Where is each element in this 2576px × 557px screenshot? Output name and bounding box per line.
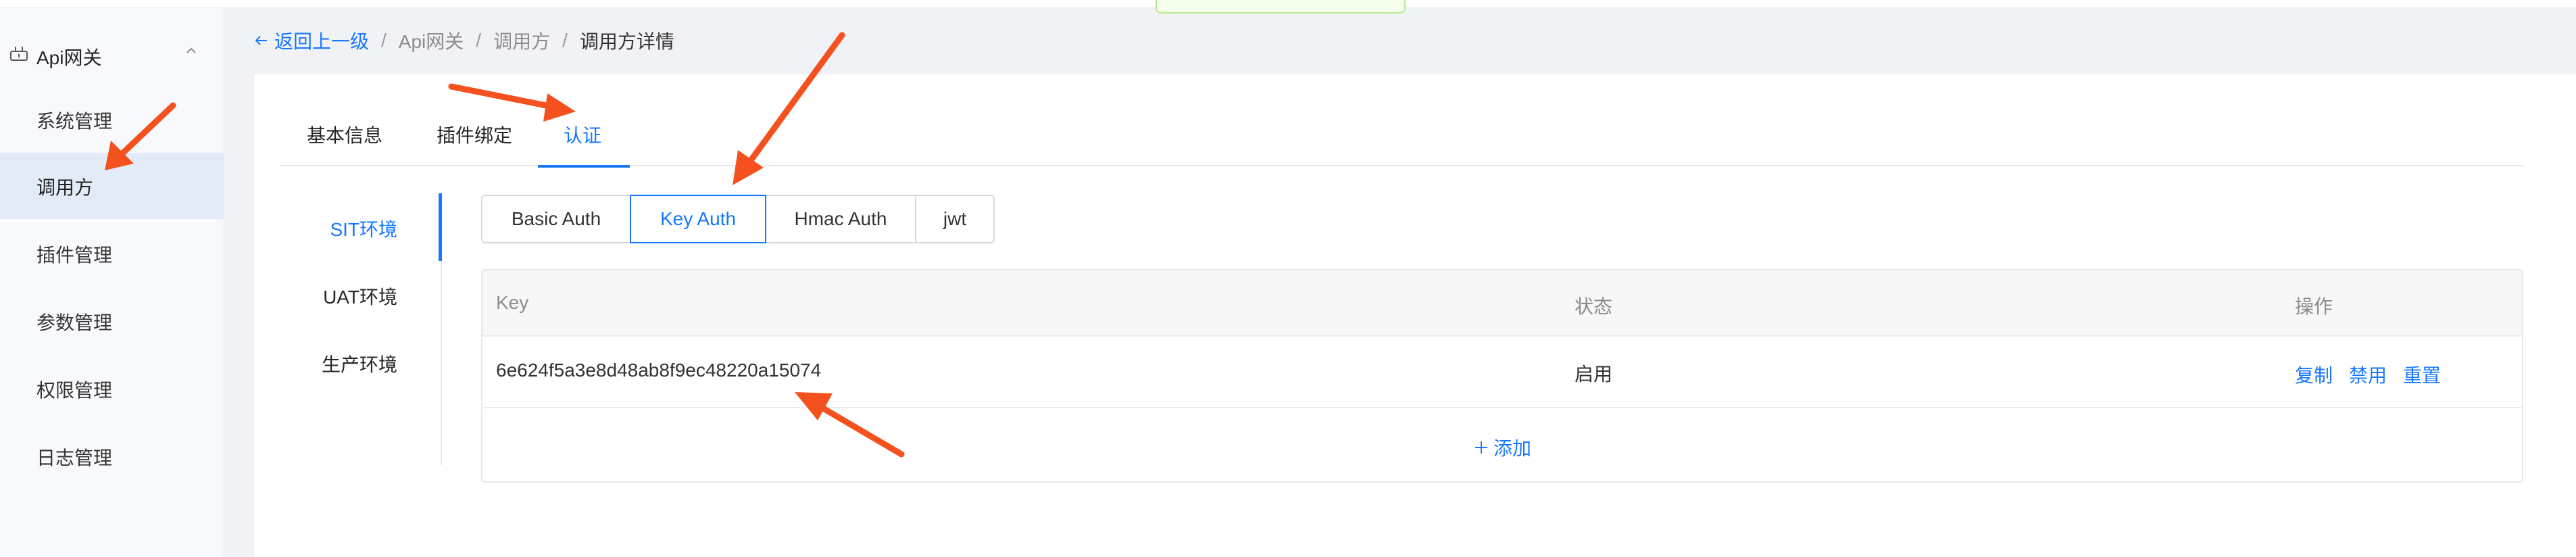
environment-list: SIT环境 UAT环境 生产环境 [280, 193, 442, 465]
status-value: 启用 [1575, 364, 1613, 385]
env-label: UAT环境 [323, 287, 397, 308]
table-row: 6e624f5a3e8d48ab8f9ec48220a15074 启用 复制 禁… [482, 337, 2522, 408]
sidebar-item-label: 参数管理 [36, 312, 113, 333]
sidebar-item-params[interactable]: 参数管理 [0, 288, 224, 354]
sidebar-item-label: 系统管理 [36, 111, 113, 132]
table-header: Key 状态 操作 [482, 270, 2522, 337]
add-row: 添加 [482, 410, 2522, 481]
reset-button[interactable]: 重置 [2403, 361, 2441, 388]
tab-auth[interactable]: 认证 [538, 99, 630, 168]
column-header-actions: 操作 [2295, 296, 2333, 317]
sidebar-item-caller[interactable]: 调用方 [0, 153, 224, 219]
tab-label: 基本信息 [307, 125, 383, 146]
chevron-up-icon [182, 42, 200, 59]
back-link-label: 返回上一级 [274, 31, 370, 52]
key-table: Key 状态 操作 6e624f5a3e8d48ab8f9ec48220a150… [481, 269, 2523, 483]
success-toast [1156, 0, 1406, 14]
tab-label: 插件绑定 [437, 125, 513, 146]
column-header-status: 状态 [1575, 296, 1613, 317]
env-label: 生产环境 [321, 354, 397, 375]
auth-key-button[interactable]: Key Auth [630, 195, 766, 243]
sidebar-item-permission[interactable]: 权限管理 [0, 356, 224, 422]
auth-basic-button[interactable]: Basic Auth [481, 195, 631, 243]
sidebar-item-log[interactable]: 日志管理 [0, 423, 224, 489]
arrow-left-icon [255, 36, 267, 45]
disable-button[interactable]: 禁用 [2349, 361, 2387, 388]
auth-jwt-button[interactable]: jwt [915, 195, 995, 243]
breadcrumb-separator: / [562, 30, 568, 51]
add-key-label: 添加 [1493, 438, 1532, 459]
plus-icon [1475, 441, 1487, 454]
breadcrumb-separator: / [381, 30, 387, 51]
gateway-icon [9, 45, 28, 62]
env-active-bar [439, 193, 442, 261]
breadcrumb-current: 调用方详情 [579, 31, 674, 52]
sidebar-item-plugin[interactable]: 插件管理 [0, 220, 224, 287]
copy-button[interactable]: 复制 [2295, 361, 2333, 388]
breadcrumb-item[interactable]: 调用方 [493, 27, 550, 54]
sidebar-group-title: Api网关 [36, 47, 102, 68]
add-key-button[interactable]: 添加 [1473, 434, 1531, 461]
sidebar-item-system[interactable]: 系统管理 [0, 87, 224, 153]
breadcrumb-item[interactable]: Api网关 [399, 27, 464, 54]
back-link[interactable]: 返回上一级 [254, 27, 369, 54]
breadcrumb: 返回上一级 / Api网关 / 调用方 / 调用方详情 [254, 27, 674, 54]
auth-hmac-button[interactable]: Hmac Auth [765, 195, 916, 243]
breadcrumb-separator: / [476, 30, 482, 51]
tab-ink-bar [538, 165, 630, 168]
column-header-key: Key [496, 292, 529, 313]
env-sit[interactable]: SIT环境 [278, 193, 442, 261]
env-prod[interactable]: 生产环境 [278, 329, 441, 396]
env-label: SIT环境 [330, 219, 397, 240]
sidebar-item-label: 插件管理 [36, 245, 113, 266]
sidebar-item-label: 权限管理 [36, 380, 113, 401]
auth-type-switcher: Basic Auth Key Auth Hmac Auth jwt [481, 195, 995, 243]
sidebar-item-label: 日志管理 [36, 447, 113, 468]
sidebar: Api网关 系统管理 调用方 插件管理 参数管理 权限管理 日志管理 [0, 8, 224, 557]
env-uat[interactable]: UAT环境 [278, 261, 441, 329]
sidebar-group-api-gateway[interactable]: Api网关 [0, 30, 224, 77]
tab-bar: 基本信息 插件绑定 认证 [280, 99, 2523, 168]
key-value: 6e624f5a3e8d48ab8f9ec48220a15074 [496, 360, 822, 381]
tab-label: 认证 [564, 125, 602, 146]
sidebar-item-label: 调用方 [36, 177, 94, 198]
